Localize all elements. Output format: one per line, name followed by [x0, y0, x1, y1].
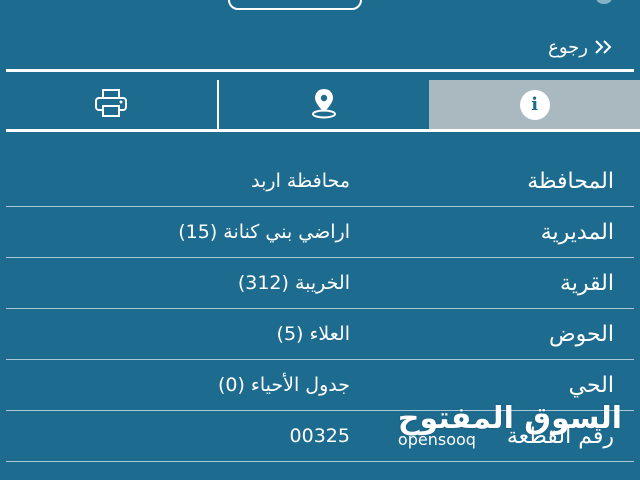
info-icon: i [519, 89, 550, 120]
opensooq-watermark: السوق المفتوح opensooq [398, 404, 622, 448]
detail-label: الحوض [549, 321, 614, 347]
double-chevron-right-icon [594, 39, 614, 55]
map-pin-icon [309, 87, 339, 123]
detail-label: المحافظة [527, 168, 614, 194]
detail-row-directorate: المديرية اراضي بني كنانة (15) [6, 207, 634, 258]
back-label: رجوع [548, 36, 588, 58]
detail-row-basin: الحوض العلاء (5) [6, 309, 634, 360]
top-search-pill[interactable] [228, 0, 362, 10]
detail-value: اراضي بني كنانة (15) [178, 221, 350, 243]
tab-print[interactable] [6, 80, 219, 129]
top-corner-icon [596, 0, 612, 4]
header-divider [6, 69, 634, 72]
tab-bar: i [6, 80, 640, 132]
detail-value: الخريبة (312) [237, 272, 350, 294]
detail-label: المديرية [540, 219, 614, 245]
printer-icon [94, 88, 128, 122]
tab-location[interactable] [219, 80, 430, 129]
detail-value: محافظة اربد [251, 170, 350, 192]
detail-value: جدول الأحياء (0) [217, 374, 350, 396]
detail-label: القرية [559, 270, 614, 296]
detail-value: 00325 [289, 425, 350, 447]
tab-info[interactable]: i [429, 80, 640, 129]
detail-value: العلاء (5) [276, 323, 350, 345]
detail-row-governorate: المحافظة محافظة اربد [6, 156, 634, 207]
detail-label: الحي [568, 372, 614, 398]
back-button[interactable]: رجوع [548, 34, 614, 60]
detail-row-village: القرية الخريبة (312) [6, 258, 634, 309]
